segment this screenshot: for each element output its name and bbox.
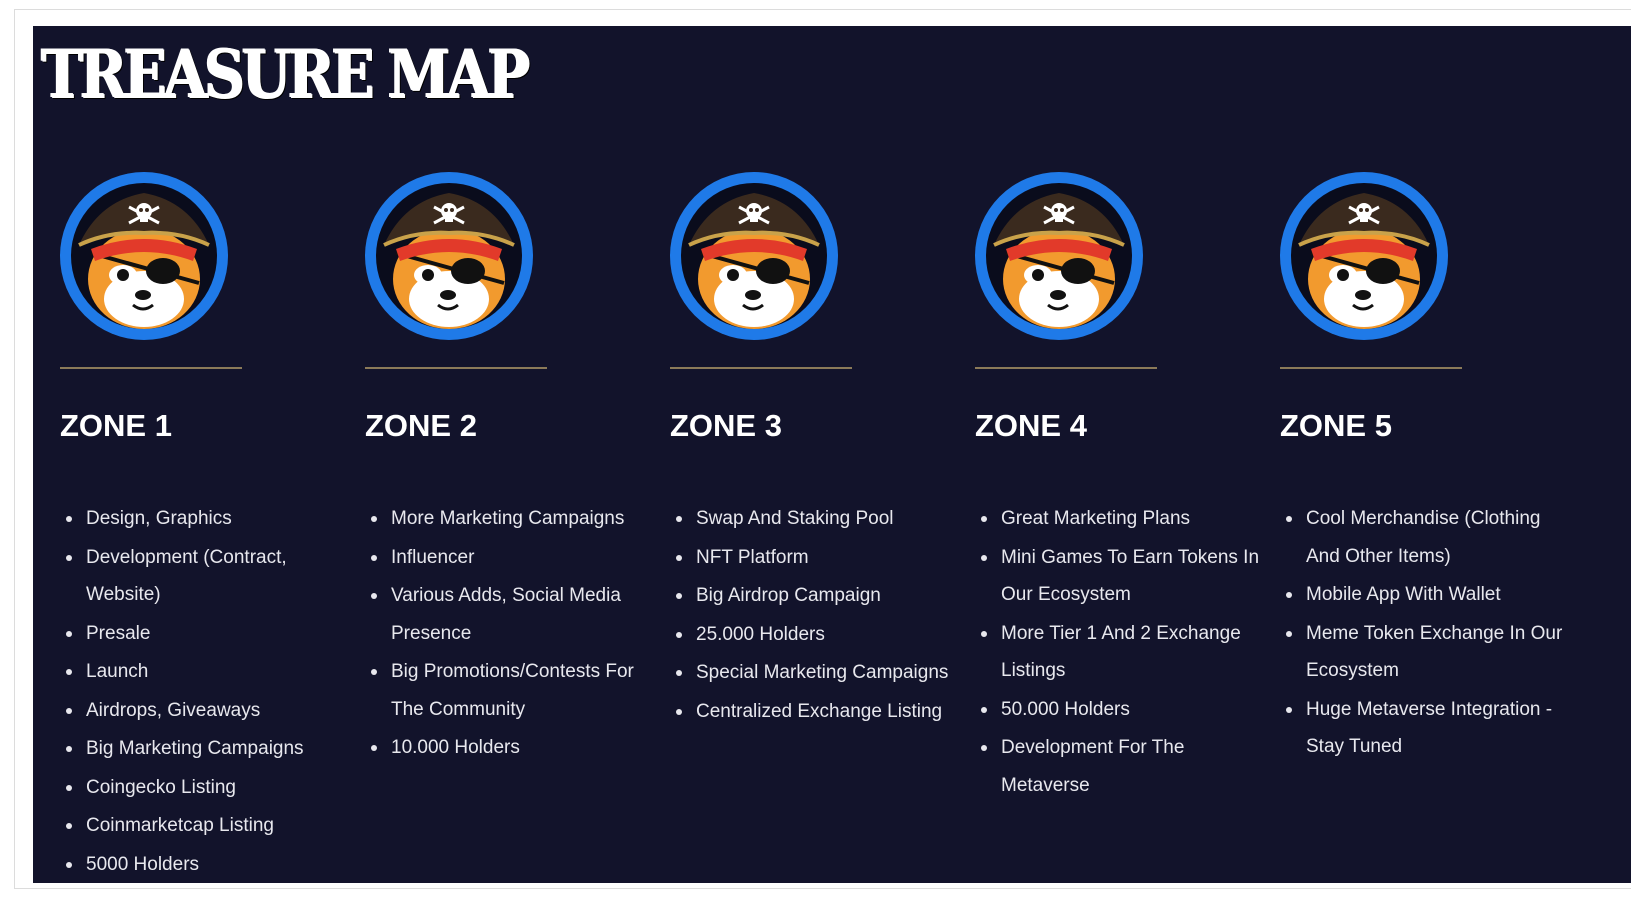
treasure-map-panel: TREASURE MAP ZONE 1 Design, Graphics Devel…: [33, 26, 1631, 883]
zone-divider: [975, 367, 1157, 369]
zone-column: ZONE 1 Design, Graphics Development (Contr…: [33, 26, 333, 883]
zone-title: ZONE 1: [60, 408, 172, 443]
zone-list-item: More Marketing Campaigns: [365, 500, 650, 538]
pirate-shiba-icon: [364, 171, 534, 341]
zone-item-list: More Marketing Campaigns Influencer Variou…: [365, 500, 650, 768]
zone-list-item: Various Adds, Social Media Presence: [365, 577, 650, 652]
zone-list-item: Big Marketing Campaigns: [60, 730, 345, 768]
zone-list-item: 10.000 Holders: [365, 729, 650, 767]
zone-title: ZONE 3: [670, 408, 782, 443]
zone-item-list: Great Marketing Plans Mini Games To Earn …: [975, 500, 1260, 805]
zone-list-item: Cool Merchandise (Clothing And Other Ite…: [1280, 500, 1565, 575]
pirate-shiba-icon: [1279, 171, 1449, 341]
zone-column: ZONE 3 Swap And Staking Pool NFT Platform B…: [643, 26, 948, 883]
zone-list-item: Design, Graphics: [60, 500, 345, 538]
zone-item-list: Design, Graphics Development (Contract, W…: [60, 500, 345, 883]
zone-list-item: 25.000 Holders: [670, 616, 955, 654]
zone-title: ZONE 2: [365, 408, 477, 443]
zone-divider: [60, 367, 242, 369]
zone-list-item: NFT Platform: [670, 539, 955, 577]
zone-list-item: Great Marketing Plans: [975, 500, 1260, 538]
zone-title: ZONE 4: [975, 408, 1087, 443]
zone-list-item: Launch: [60, 653, 345, 691]
zone-list-item: Special Marketing Campaigns: [670, 654, 955, 692]
zone-list-item: Influencer: [365, 539, 650, 577]
zone-column: ZONE 5 Cool Merchandise (Clothing And Oth…: [1253, 26, 1562, 883]
zone-list-item: Huge Metaverse Integration - Stay Tuned: [1280, 691, 1565, 766]
zone-divider: [1280, 367, 1462, 369]
zone-list-item: 5000 Holders: [60, 846, 345, 884]
zone-list-item: Development For The Metaverse: [975, 729, 1260, 804]
zone-list-item: Coinmarketcap Listing: [60, 807, 345, 845]
zone-list-item: Presale: [60, 615, 345, 653]
zone-column: ZONE 2 More Marketing Campaigns Influencer…: [338, 26, 638, 883]
zone-list-item: Swap And Staking Pool: [670, 500, 955, 538]
zone-divider: [365, 367, 547, 369]
zone-column: ZONE 4 Great Marketing Plans Mini Games To…: [948, 26, 1259, 883]
zone-list-item: Airdrops, Giveaways: [60, 692, 345, 730]
zone-list-item: Meme Token Exchange In Our Ecosystem: [1280, 615, 1565, 690]
pirate-shiba-icon: [669, 171, 839, 341]
zone-title: ZONE 5: [1280, 408, 1392, 443]
pirate-shiba-icon: [974, 171, 1144, 341]
zone-list-item: Big Airdrop Campaign: [670, 577, 955, 615]
zone-list-item: Centralized Exchange Listing: [670, 693, 955, 731]
zone-list-item: 50.000 Holders: [975, 691, 1260, 729]
zone-list-item: Mobile App With Wallet: [1280, 576, 1565, 614]
zone-item-list: Swap And Staking Pool NFT Platform Big Air…: [670, 500, 955, 731]
zone-list-item: Mini Games To Earn Tokens In Our Ecosyst…: [975, 539, 1260, 614]
zone-list-item: More Tier 1 And 2 Exchange Listings: [975, 615, 1260, 690]
zone-item-list: Cool Merchandise (Clothing And Other Ite…: [1280, 500, 1565, 767]
zone-divider: [670, 367, 852, 369]
pirate-shiba-icon: [59, 171, 229, 341]
zone-list-item: Coingecko Listing: [60, 769, 345, 807]
zone-list-item: Development (Contract, Website): [60, 539, 345, 614]
zone-list-item: Big Promotions/Contests For The Communit…: [365, 653, 650, 728]
